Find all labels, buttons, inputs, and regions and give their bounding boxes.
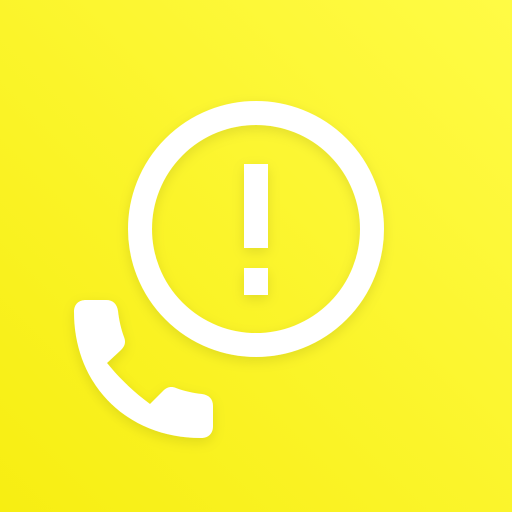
icon-background <box>0 0 512 512</box>
app-icon <box>0 0 512 512</box>
app-icon-artwork <box>0 0 512 512</box>
exclamation-icon <box>244 164 268 295</box>
